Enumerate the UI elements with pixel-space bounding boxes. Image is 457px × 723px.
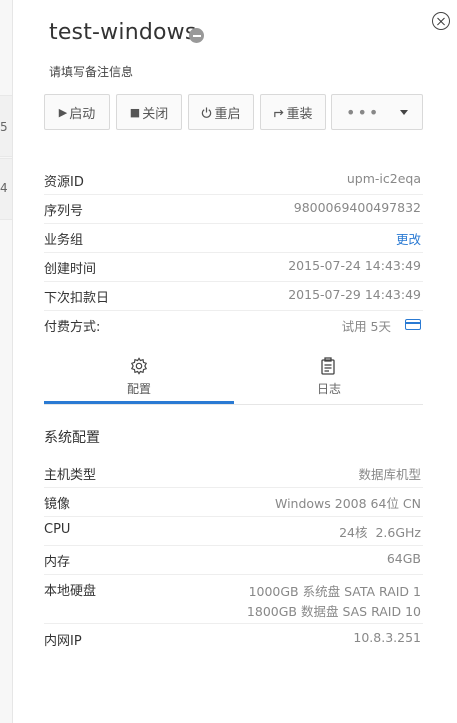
detail-tabs: 配置 日志	[44, 352, 423, 405]
resource-id-value: upm-ic2eqa	[346, 171, 421, 186]
chevron-down-icon	[400, 109, 408, 115]
start-button[interactable]: ▶ 启动	[44, 94, 110, 130]
info-row-business-group: 业务组 更改	[44, 223, 423, 253]
business-group-label: 业务组	[44, 233, 84, 248]
stopped-status-icon	[189, 28, 204, 43]
play-icon: ▶	[58, 105, 68, 119]
resource-id-label: 资源ID	[44, 175, 84, 190]
background-text: 4	[0, 181, 8, 195]
cpu-label: CPU	[44, 522, 71, 537]
image-label: 镜像	[44, 497, 71, 512]
data-disk-value: 1800GB 数据盘 SAS RAID 10	[246, 604, 421, 619]
info-row-resource-id: 资源ID upm-ic2eqa	[44, 165, 423, 195]
more-dots-icon: •••	[346, 102, 381, 122]
memory-value: 64GB	[386, 551, 421, 566]
tab-log[interactable]: 日志	[234, 352, 424, 404]
credit-card-icon[interactable]	[405, 319, 421, 330]
config-row-image: 镜像 Windows 2008 64位 CN	[44, 487, 423, 517]
created-time-value: 2015-07-24 14:43:49	[288, 258, 421, 273]
more-actions-dropdown[interactable]: •••	[331, 94, 423, 130]
info-row-next-charge: 下次扣款日 2015-07-29 14:43:49	[44, 281, 423, 311]
config-row-local-disk: 本地硬盘 1000GB 系统盘 SATA RAID 1 1800GB 数据盘 S…	[44, 574, 423, 624]
host-type-label: 主机类型	[44, 468, 97, 483]
config-row-memory: 内存 64GB	[44, 545, 423, 575]
tab-config[interactable]: 配置	[44, 352, 234, 404]
reinstall-icon	[273, 107, 284, 118]
private-ip-value: 10.8.3.251	[353, 630, 421, 645]
background-page-edge: 5 4	[0, 0, 12, 723]
memory-label: 内存	[44, 555, 71, 570]
stop-button[interactable]: ■ 关闭	[116, 94, 182, 130]
info-row-payment: 付费方式: 试用 5天	[44, 310, 423, 339]
tab-config-label: 配置	[126, 382, 151, 396]
tab-log-label: 日志	[316, 382, 341, 396]
stop-button-label: 关闭	[142, 106, 169, 122]
host-type-value: 数据库机型	[358, 467, 421, 482]
restart-button-label: 重启	[214, 106, 241, 122]
remark-link[interactable]: 请填写备注信息	[49, 63, 133, 80]
reinstall-button[interactable]: 重装	[260, 94, 326, 130]
background-text: 5	[0, 120, 8, 134]
payment-method-value: 试用 5天	[341, 319, 391, 334]
change-group-link[interactable]: 更改	[396, 229, 421, 248]
private-ip-label: 内网IP	[44, 634, 82, 649]
image-value: Windows 2008 64位 CN	[274, 496, 421, 511]
active-tab-indicator	[44, 401, 234, 404]
next-charge-value: 2015-07-29 14:43:49	[288, 287, 421, 302]
serial-value: 9800069400497832	[293, 200, 421, 215]
payment-method-label: 付费方式:	[44, 320, 101, 335]
local-disk-label: 本地硬盘	[44, 584, 97, 599]
info-row-serial: 序列号 9800069400497832	[44, 194, 423, 224]
system-config-title: 系统配置	[44, 430, 100, 446]
start-button-label: 启动	[69, 106, 96, 122]
created-time-label: 创建时间	[44, 262, 97, 277]
next-charge-label: 下次扣款日	[44, 291, 110, 306]
restart-button[interactable]: 重启	[188, 94, 254, 130]
config-row-cpu: CPU 24核 2.6GHz	[44, 516, 423, 546]
info-row-created: 创建时间 2015-07-24 14:43:49	[44, 252, 423, 282]
instance-title: test-windows	[49, 20, 197, 45]
cpu-value: 24核 2.6GHz	[339, 525, 421, 540]
reinstall-button-label: 重装	[286, 106, 313, 122]
serial-label: 序列号	[44, 204, 84, 219]
stop-icon: ■	[129, 105, 141, 119]
system-disk-value: 1000GB 系统盘 SATA RAID 1	[248, 584, 421, 599]
config-row-host-type: 主机类型 数据库机型	[44, 458, 423, 488]
close-icon[interactable]	[432, 12, 450, 30]
power-icon	[201, 106, 212, 118]
config-row-private-ip: 内网IP 10.8.3.251	[44, 624, 423, 653]
gear-icon	[130, 357, 148, 375]
clipboard-icon	[321, 357, 335, 375]
